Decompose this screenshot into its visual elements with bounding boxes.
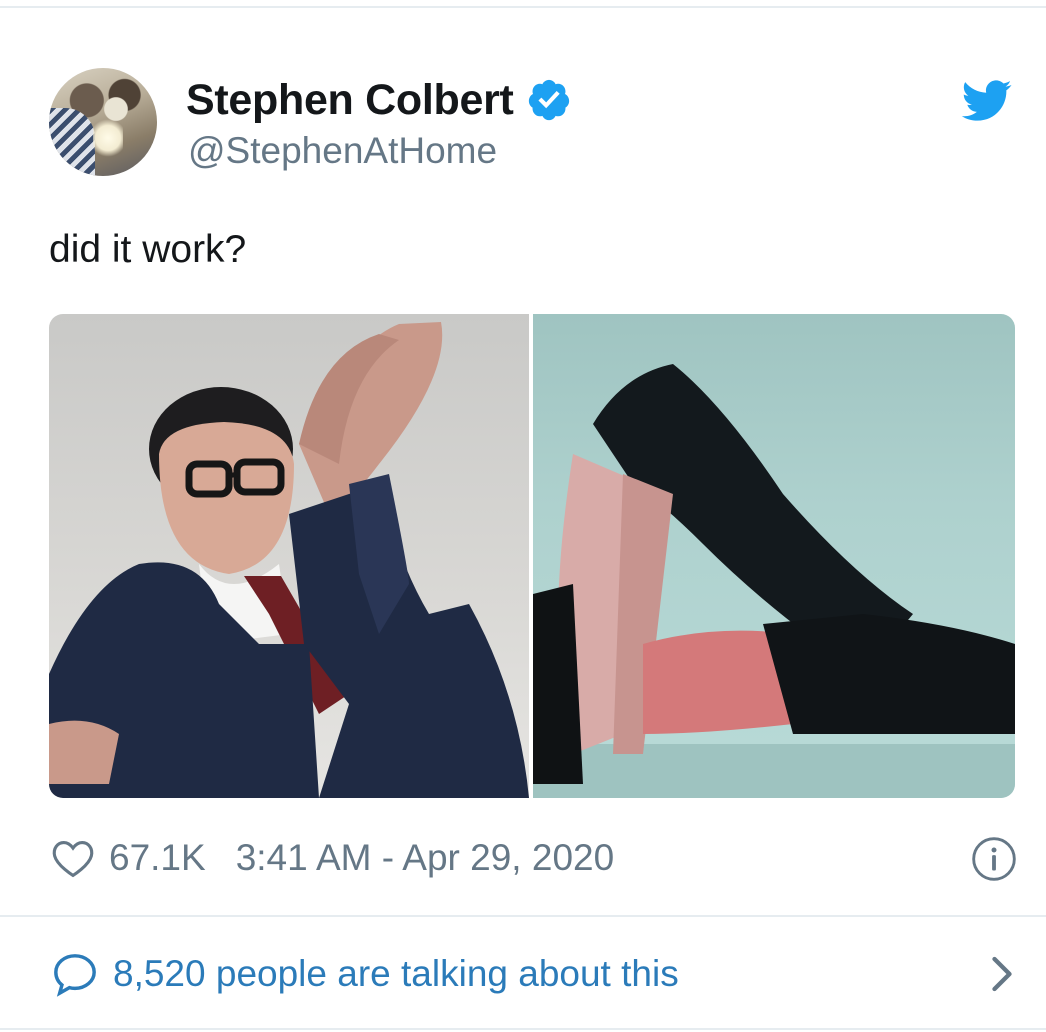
author-name[interactable]: Stephen Colbert xyxy=(186,76,514,125)
avatar[interactable] xyxy=(49,68,157,176)
chevron-right-icon[interactable] xyxy=(987,954,1017,994)
photo-portrait-illustration xyxy=(49,322,529,798)
heart-icon[interactable] xyxy=(51,837,95,879)
tweet-timestamp[interactable]: 3:41 AM - Apr 29, 2020 xyxy=(236,837,614,879)
twitter-bird-icon[interactable] xyxy=(961,80,1013,122)
speech-bubble-icon xyxy=(54,954,96,997)
tweet-meta: 67.1K 3:41 AM - Apr 29, 2020 xyxy=(51,834,1017,882)
section-divider xyxy=(0,915,1046,917)
bottom-divider xyxy=(0,1028,1046,1030)
conversation-count[interactable]: 8,520 people are talking about this xyxy=(113,953,679,995)
media-photo-portrait[interactable] xyxy=(49,314,529,798)
avatar-detail xyxy=(93,118,123,158)
photo-legs-illustration xyxy=(533,364,1015,798)
tweet-header: Stephen Colbert @StephenAtHome xyxy=(49,68,1019,178)
top-divider xyxy=(0,6,1046,8)
tweet-text: did it work? xyxy=(49,228,247,271)
media-photo-legs[interactable] xyxy=(533,314,1015,798)
verified-badge-icon xyxy=(528,79,569,121)
media-grid xyxy=(49,314,1015,798)
info-icon[interactable] xyxy=(971,836,1017,882)
like-count[interactable]: 67.1K xyxy=(109,837,206,879)
author-handle[interactable]: @StephenAtHome xyxy=(188,130,497,172)
avatar-detail xyxy=(49,108,95,176)
author-name-row[interactable]: Stephen Colbert xyxy=(186,76,572,124)
tweet-embed: Stephen Colbert @StephenAtHome did it wo… xyxy=(0,0,1046,1032)
conversation-link[interactable]: 8,520 people are talking about this xyxy=(51,948,1017,1000)
